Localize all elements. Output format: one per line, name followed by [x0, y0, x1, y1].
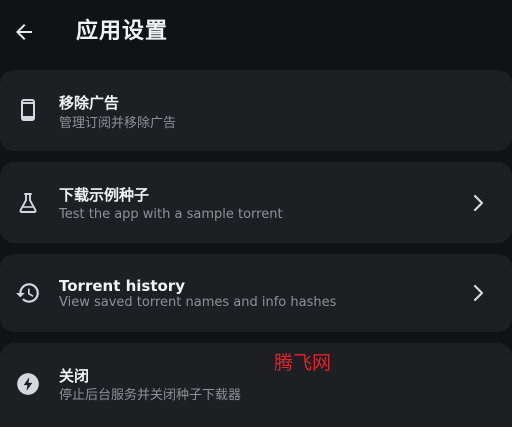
setting-shutdown[interactable]: 关闭 停止后台服务并关闭种子下载器 [0, 343, 512, 427]
app-settings-screen: 应用设置 移除广告 管理订阅并移除广告 下载示例种子 Test the app … [0, 0, 512, 427]
setting-remove-ads[interactable]: 移除广告 管理订阅并移除广告 [0, 70, 512, 151]
setting-title: Torrent history [59, 277, 185, 295]
setting-subtitle: 管理订阅并移除广告 [59, 116, 177, 131]
back-button[interactable] [8, 14, 40, 50]
phone-icon [14, 96, 42, 124]
setting-subtitle: View saved torrent names and info hashes [59, 295, 337, 310]
bolt-icon [14, 370, 42, 398]
setting-torrent-history[interactable]: Torrent history View saved torrent names… [0, 254, 512, 332]
page-title: 应用设置 [76, 19, 169, 44]
history-icon [14, 279, 42, 307]
chevron-right-icon [470, 283, 486, 303]
setting-subtitle: 停止后台服务并关闭种子下载器 [59, 388, 242, 403]
watermark-text: 腾飞网 [274, 352, 332, 374]
setting-title: 下载示例种子 [59, 186, 150, 204]
setting-download-sample-torrent[interactable]: 下载示例种子 Test the app with a sample torren… [0, 162, 512, 243]
setting-subtitle: Test the app with a sample torrent [59, 207, 283, 222]
flask-icon [14, 189, 42, 217]
chevron-right-icon [470, 193, 486, 213]
arrow-left-icon [16, 24, 32, 40]
top-app-bar: 应用设置 [0, 0, 512, 66]
setting-title: 关闭 [59, 367, 90, 385]
setting-title: 移除广告 [59, 94, 120, 112]
